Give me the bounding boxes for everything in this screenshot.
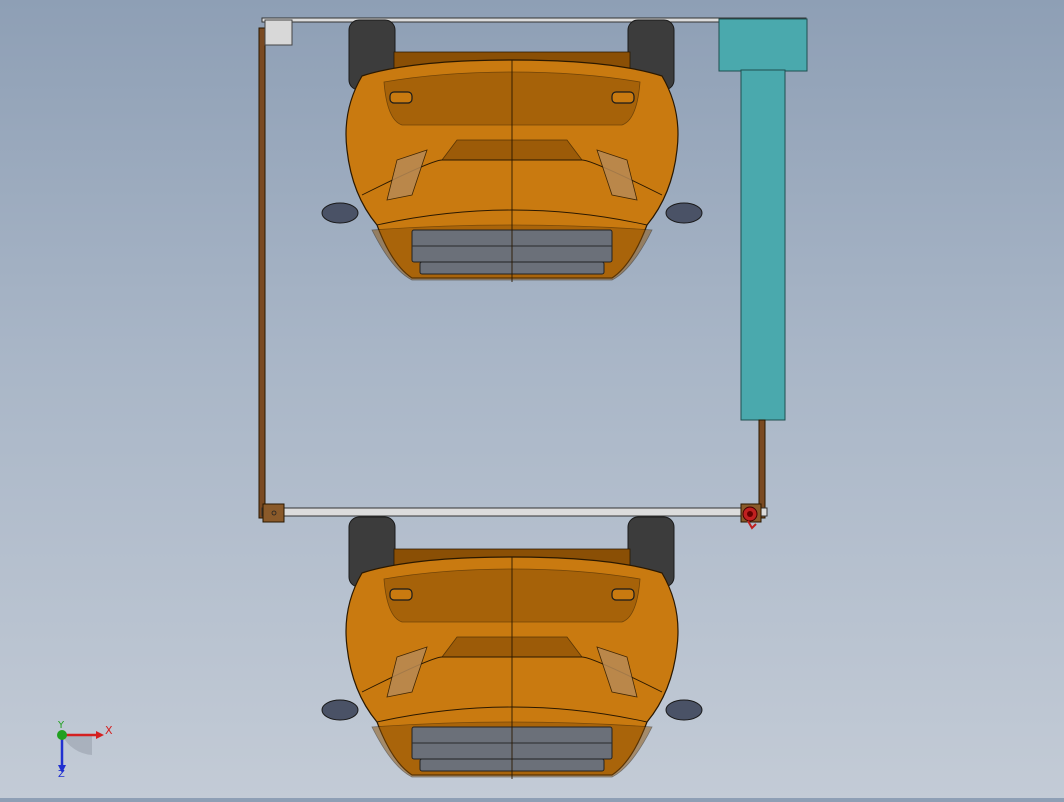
axis-triad-icon: X Y Z [57,720,113,780]
axis-z-label: Z [58,769,65,780]
car-upper[interactable] [321,19,703,283]
cad-scene: .tire { fill: #3c3c3c; stroke: #1a1a1a; … [57,17,808,780]
axis-y-label: Y [57,720,65,731]
car-lower[interactable] [321,516,703,780]
axis-x-label: X [105,724,113,737]
cad-viewport[interactable]: .tire { fill: #3c3c3c; stroke: #1a1a1a; … [0,0,1064,798]
cylinder-head[interactable] [718,18,808,72]
hydraulic-cylinder[interactable] [740,69,786,421]
top-left-block[interactable] [264,19,293,46]
frame-left-post[interactable] [258,27,266,519]
bottom-left-block[interactable] [262,503,285,523]
frame-right-post[interactable] [758,419,766,519]
bottom-rail[interactable] [261,507,768,517]
